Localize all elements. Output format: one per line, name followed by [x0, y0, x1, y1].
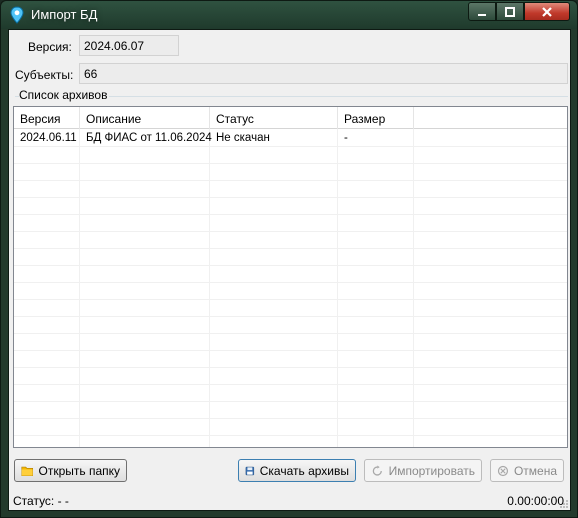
empty-table-row — [14, 249, 567, 266]
cancel-button[interactable]: Отмена — [490, 459, 564, 482]
open-folder-label: Открыть папку — [38, 463, 120, 478]
maximize-icon — [505, 6, 515, 17]
empty-table-row — [14, 266, 567, 283]
subjects-field[interactable]: 66 — [79, 63, 568, 84]
empty-table-row — [14, 232, 567, 249]
import-label: Импортировать — [388, 463, 475, 478]
empty-table-row — [14, 283, 567, 300]
version-field[interactable]: 2024.06.07 — [79, 35, 179, 56]
empty-table-row — [14, 402, 567, 419]
title-bar[interactable]: Импорт БД — [1, 1, 577, 29]
column-header-version[interactable]: Версия — [14, 107, 80, 129]
cancel-icon — [497, 465, 509, 476]
minimize-icon — [478, 13, 486, 16]
archives-table[interactable]: Версия Описание Статус Размер 2024.06.11… — [13, 106, 568, 448]
empty-table-row — [14, 198, 567, 215]
empty-table-row — [14, 351, 567, 368]
open-folder-button[interactable]: Открыть папку — [14, 459, 127, 482]
empty-table-row — [14, 181, 567, 198]
empty-table-row — [14, 164, 567, 181]
cancel-label: Отмена — [513, 463, 557, 478]
elapsed-time: 0.00:00:00 — [507, 494, 564, 508]
empty-table-row — [14, 419, 567, 436]
cell-description: БД ФИАС от 11.06.2024 — [86, 132, 212, 144]
archives-group-title: Список архивов — [19, 88, 110, 102]
empty-table-row — [14, 385, 567, 402]
resize-grip-icon[interactable] — [559, 499, 569, 509]
column-header-size[interactable]: Размер — [338, 107, 414, 129]
minimize-button[interactable] — [468, 2, 496, 21]
version-label: Версия: — [28, 40, 72, 54]
table-row[interactable]: 2024.06.11 БД ФИАС от 11.06.2024 Не скач… — [14, 130, 567, 147]
close-icon — [542, 6, 552, 17]
refresh-icon — [372, 464, 382, 476]
subjects-label: Субъекты: — [15, 68, 74, 82]
table-header: Версия Описание Статус Размер — [14, 107, 567, 129]
import-db-window: Импорт БД Версия: 2024.06.07 Субъекты: 6… — [0, 0, 578, 518]
cell-status: Не скачан — [216, 132, 270, 144]
column-header-description[interactable]: Описание — [80, 107, 210, 129]
download-archives-button[interactable]: Скачать архивы — [238, 459, 356, 482]
empty-table-row — [14, 436, 567, 447]
empty-table-row — [14, 215, 567, 232]
empty-table-row — [14, 334, 567, 351]
map-pin-icon — [10, 6, 24, 24]
floppy-disk-icon — [245, 466, 255, 475]
download-archives-label: Скачать архивы — [259, 463, 349, 478]
cell-size: - — [344, 132, 348, 144]
close-button[interactable] — [524, 2, 570, 21]
cell-version: 2024.06.11 — [20, 132, 77, 144]
empty-table-row — [14, 368, 567, 385]
folder-icon — [21, 466, 34, 476]
empty-table-row — [14, 300, 567, 317]
maximize-button[interactable] — [496, 2, 524, 21]
dialog-body: Версия: 2024.06.07 Субъекты: 66 Список а… — [8, 29, 571, 511]
column-header-status[interactable]: Статус — [210, 107, 338, 129]
window-title: Импорт БД — [31, 7, 98, 22]
empty-table-row — [14, 317, 567, 334]
import-button[interactable]: Импортировать — [364, 459, 482, 482]
status-text: Статус: - - — [13, 494, 69, 508]
empty-table-row — [14, 147, 567, 164]
